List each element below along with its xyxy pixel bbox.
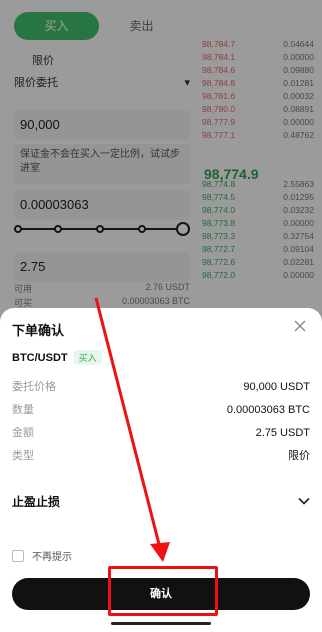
detail-value: 90,000 USDT	[243, 381, 310, 393]
order-details: 委托价格 90,000 USDT 数量 0.00003063 BTC 金额 2.75 …	[12, 376, 310, 468]
close-icon[interactable]	[292, 318, 308, 334]
pair-row: BTC/USDT 买入	[12, 350, 102, 365]
tpsl-label: 止盈止损	[12, 494, 61, 509]
detail-label: 金额	[12, 427, 34, 439]
no-remind-label: 不再提示	[32, 552, 72, 563]
annotation-highlight-box	[108, 566, 218, 616]
home-indicator	[111, 622, 211, 625]
side-badge: 买入	[73, 350, 102, 365]
no-remind-option[interactable]: 不再提示	[12, 548, 72, 563]
tpsl-toggle[interactable]: 止盈止损	[12, 490, 310, 512]
detail-row: 金额 2.75 USDT	[12, 422, 310, 445]
no-remind-checkbox[interactable]	[12, 549, 24, 562]
detail-label: 类型	[12, 450, 34, 462]
detail-value: 2.75 USDT	[255, 427, 310, 439]
detail-row: 数量 0.00003063 BTC	[12, 399, 310, 422]
sheet-title: 下单确认	[12, 323, 65, 338]
detail-value: 0.00003063 BTC	[226, 404, 310, 416]
detail-value: 限价	[288, 450, 310, 462]
pair-name: BTC/USDT	[12, 351, 68, 364]
detail-label: 委托价格	[12, 381, 56, 393]
detail-row: 委托价格 90,000 USDT	[12, 376, 310, 399]
detail-row: 类型 限价	[12, 445, 310, 468]
detail-label: 数量	[12, 404, 34, 416]
chevron-down-icon	[298, 497, 310, 505]
